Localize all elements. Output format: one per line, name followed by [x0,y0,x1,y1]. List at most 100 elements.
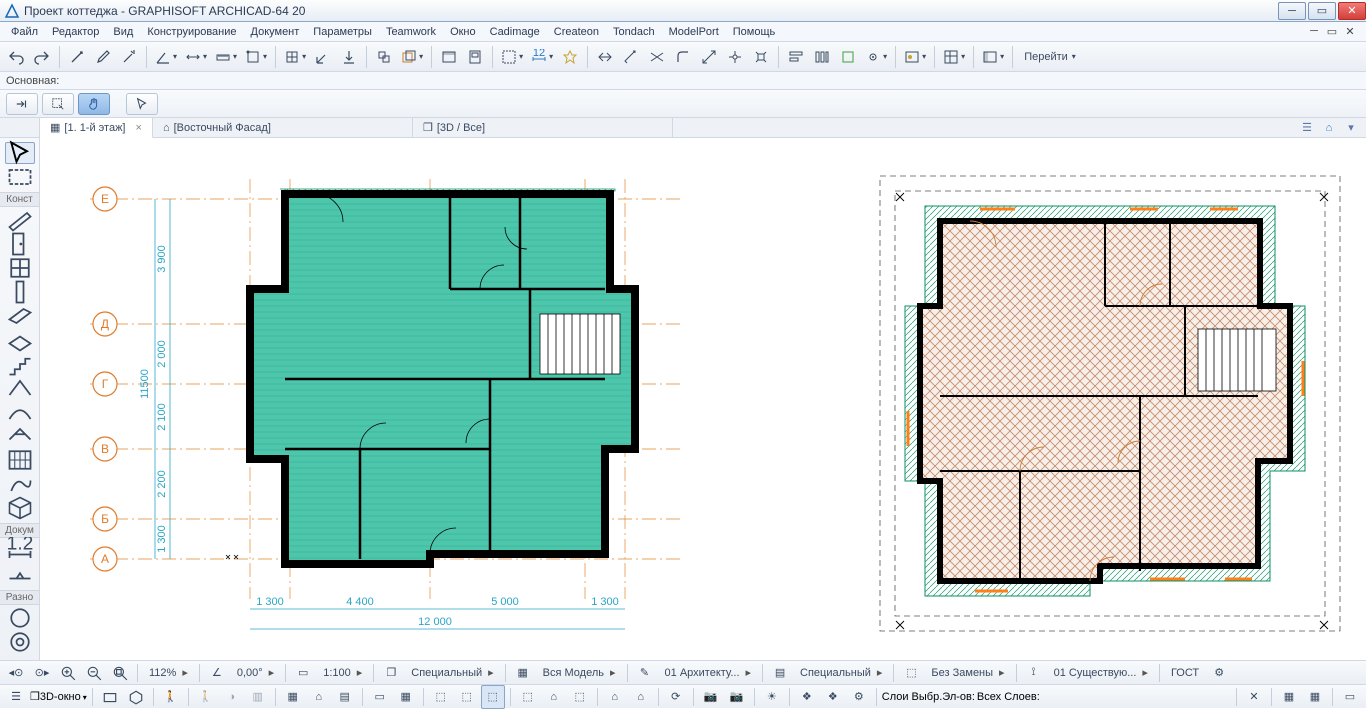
show-selection-button[interactable] [862,45,890,69]
undo-button[interactable] [4,45,28,69]
tab-nav-icon[interactable]: ☰ [1298,121,1316,134]
tool-dimension[interactable]: 1.2 [5,540,35,562]
eyedropper-button[interactable] [91,45,115,69]
coord-input-button[interactable] [311,45,335,69]
mode-cursor-button[interactable] [126,93,158,115]
close-icon[interactable]: × [136,122,142,134]
zoom-field[interactable]: 112% [143,666,194,679]
menu-cadimage[interactable]: Cadimage [483,24,547,40]
ib-12[interactable]: ⬚ [429,685,453,709]
drawing-canvas[interactable]: Е Д Г В Б А 3 900 2 000 2 100 2 [40,138,1366,660]
ib-r3[interactable]: ▦ [1303,685,1327,709]
zoom-out-button[interactable] [82,661,106,685]
zoom-next-button[interactable]: ⊙▸ [30,661,54,685]
split-button[interactable] [593,45,617,69]
ib-13[interactable]: ⬚ [455,685,479,709]
ib-11[interactable]: ▦ [394,685,418,709]
menu-createon[interactable]: Createon [547,24,606,40]
goto-menu[interactable]: Перейти▾ [1018,51,1082,63]
model-field[interactable]: Вся Модель [537,666,622,679]
tool-level[interactable] [5,564,35,586]
reno-field[interactable]: Без Замены [925,666,1010,679]
tool-misc1[interactable] [5,607,35,629]
ib-2[interactable] [124,685,148,709]
tab-dropdown-icon[interactable]: ▾ [1342,121,1360,134]
ib-14[interactable]: ⬚ [481,685,505,709]
gravity-button[interactable] [337,45,361,69]
tab-3d[interactable]: ❒ [3D / Все] [413,118,673,137]
view-options-button[interactable] [940,45,968,69]
menu-document[interactable]: Документ [244,24,307,40]
scale-field[interactable]: 1:100 [317,666,368,679]
suspend-groups-button[interactable] [372,45,396,69]
ib-19[interactable]: ⌂ [629,685,653,709]
redo-button[interactable] [30,45,54,69]
tool-morph[interactable] [5,473,35,495]
ib-26[interactable]: ⚙ [847,685,871,709]
view-3d-button[interactable]: ❒3D-окно▾ [30,690,87,703]
ib-17[interactable]: ⬚ [568,685,592,709]
ib-1[interactable] [98,685,122,709]
angle-field[interactable]: 0,00° [231,666,280,679]
distribute-button[interactable] [810,45,834,69]
tool-slab[interactable] [5,329,35,351]
ib-9[interactable]: ▤ [333,685,357,709]
layout-button[interactable] [463,45,487,69]
ib-21[interactable]: 📷 [699,685,723,709]
mdi-minimize-button[interactable]: ─ [1306,25,1322,38]
favorites-button[interactable] [558,45,582,69]
ib-25[interactable]: ❖ [821,685,845,709]
ib-18[interactable]: ⌂ [603,685,627,709]
zoom-in-button[interactable] [56,661,80,685]
tool-arrow[interactable] [5,142,35,164]
resize-button[interactable] [697,45,721,69]
fit-button[interactable] [108,661,132,685]
ib-5[interactable]: ◑ [220,685,244,709]
ib-3[interactable]: 🚶 [159,685,183,709]
ib-6[interactable]: ▥ [246,685,270,709]
settings-gear-icon[interactable]: ⚙ [1207,661,1231,685]
pick-button[interactable] [65,45,89,69]
menu-design[interactable]: Конструирование [140,24,243,40]
fillet-button[interactable] [671,45,695,69]
ib-23[interactable]: ☀ [760,685,784,709]
ib-22[interactable]: 📷 [725,685,749,709]
ib-4[interactable]: 🚶 [194,685,218,709]
penset-field[interactable]: 01 Архитекту... [659,666,758,679]
window-minimize-button[interactable]: ─ [1278,2,1306,20]
mode-arrow-button[interactable] [6,93,38,115]
window-close-button[interactable]: ✕ [1338,2,1366,20]
dim-field[interactable]: 01 Существую... [1048,666,1154,679]
tool-column[interactable] [5,281,35,303]
tool-wall[interactable] [5,209,35,231]
snap-guides-button[interactable] [182,45,210,69]
view-list-button[interactable]: ☰ [4,685,28,709]
palettes-button[interactable] [979,45,1007,69]
render-settings-button[interactable] [901,45,929,69]
menu-edit[interactable]: Редактор [45,24,106,40]
ib-10[interactable]: ▭ [368,685,392,709]
grid-snap-button[interactable] [281,45,309,69]
tool-stair[interactable] [5,353,35,375]
ib-r4[interactable]: ▭ [1338,685,1362,709]
trim-button[interactable] [723,45,747,69]
ruler-button[interactable] [212,45,240,69]
tool-object[interactable] [5,497,35,519]
menu-tondach[interactable]: Tondach [606,24,662,40]
tab-elevation[interactable]: ⌂ [Восточный Фасад] [153,118,413,137]
mode-hand-button[interactable] [78,93,110,115]
ib-8[interactable]: ⌂ [307,685,331,709]
menu-teamwork[interactable]: Teamwork [379,24,443,40]
menu-help[interactable]: Помощь [726,24,783,40]
edit-selection-button[interactable] [836,45,860,69]
element-snap-button[interactable] [242,45,270,69]
align-button[interactable] [784,45,808,69]
angle-snap-button[interactable] [152,45,180,69]
menu-options[interactable]: Параметры [306,24,379,40]
tab-floorplan[interactable]: ▦ [1. 1-й этаж] × [40,118,153,138]
magic-wand-button[interactable] [117,45,141,69]
mvo-field[interactable]: Специальный [794,666,888,679]
open-view-button[interactable] [437,45,461,69]
layercombo-field[interactable]: Специальный [405,666,499,679]
adjust-button[interactable] [619,45,643,69]
